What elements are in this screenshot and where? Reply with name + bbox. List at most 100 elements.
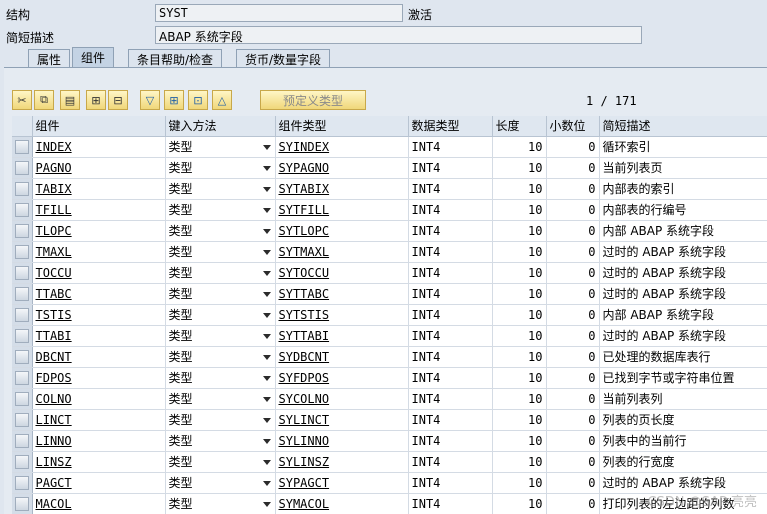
component-type-cell[interactable]: SYTOCCU — [279, 266, 330, 280]
length-cell[interactable]: 10 — [492, 304, 547, 326]
length-cell[interactable]: 10 — [492, 136, 547, 158]
cut-icon[interactable]: ✂ — [12, 90, 32, 110]
component-cell[interactable]: LINCT — [36, 413, 72, 427]
column-header-decimals[interactable]: 小数位 — [546, 116, 600, 137]
length-cell[interactable]: 10 — [492, 451, 547, 473]
table-row[interactable]: INDEX 类型 SYINDEX INT4 10 0 循环索引 — [12, 136, 767, 158]
decimals-cell[interactable]: 0 — [546, 283, 600, 305]
dropdown-arrow-icon[interactable] — [262, 396, 271, 402]
decimals-cell[interactable]: 0 — [546, 430, 600, 452]
component-type-cell[interactable]: SYLINCT — [279, 413, 330, 427]
data-type-cell[interactable]: INT4 — [408, 451, 493, 473]
length-cell[interactable]: 10 — [492, 409, 547, 431]
length-cell[interactable]: 10 — [492, 430, 547, 452]
length-cell[interactable]: 10 — [492, 262, 547, 284]
sort-down-icon[interactable]: ▽ — [140, 90, 160, 110]
row-selector[interactable] — [12, 178, 33, 200]
typing-method-dropdown[interactable]: 类型 — [165, 157, 276, 179]
length-cell[interactable]: 10 — [492, 493, 547, 514]
column-header-length[interactable]: 长度 — [492, 116, 547, 137]
length-cell[interactable]: 10 — [492, 367, 547, 389]
component-type-cell[interactable]: SYFDPOS — [279, 371, 330, 385]
typing-method-dropdown[interactable]: 类型 — [165, 241, 276, 263]
component-cell[interactable]: LINSZ — [36, 455, 72, 469]
component-cell[interactable]: TMAXL — [36, 245, 72, 259]
row-selector[interactable] — [12, 199, 33, 221]
data-type-cell[interactable]: INT4 — [408, 136, 493, 158]
data-type-cell[interactable]: INT4 — [408, 409, 493, 431]
data-type-cell[interactable]: INT4 — [408, 283, 493, 305]
description-cell[interactable]: 过时的 ABAP 系统字段 — [599, 283, 767, 305]
tab-entry-help[interactable]: 条目帮助/检查 — [128, 49, 223, 67]
data-type-cell[interactable]: INT4 — [408, 178, 493, 200]
component-type-cell[interactable]: SYTSTIS — [279, 308, 330, 322]
row-selector[interactable] — [12, 367, 33, 389]
row-selector[interactable] — [12, 157, 33, 179]
description-cell[interactable]: 内部 ABAP 系统字段 — [599, 220, 767, 242]
component-cell[interactable]: DBCNT — [36, 350, 72, 364]
dropdown-arrow-icon[interactable] — [262, 186, 271, 192]
description-field[interactable]: ABAP 系统字段 — [155, 26, 642, 44]
predefined-type-button[interactable]: 预定义类型 — [260, 90, 366, 110]
typing-method-dropdown[interactable]: 类型 — [165, 283, 276, 305]
component-cell[interactable]: COLNO — [36, 392, 72, 406]
data-type-cell[interactable]: INT4 — [408, 262, 493, 284]
row-selector[interactable] — [12, 430, 33, 452]
decimals-cell[interactable]: 0 — [546, 346, 600, 368]
table-row[interactable]: TMAXL 类型 SYTMAXL INT4 10 0 过时的 ABAP 系统字段 — [12, 241, 767, 263]
column-header-data-type[interactable]: 数据类型 — [408, 116, 493, 137]
delete-row-icon[interactable]: ⊟ — [108, 90, 128, 110]
description-cell[interactable]: 当前列表列 — [599, 388, 767, 410]
sort-up-icon[interactable]: △ — [212, 90, 232, 110]
typing-method-dropdown[interactable]: 类型 — [165, 472, 276, 494]
table-row[interactable]: PAGNO 类型 SYPAGNO INT4 10 0 当前列表页 — [12, 157, 767, 179]
typing-method-dropdown[interactable]: 类型 — [165, 493, 276, 514]
data-type-cell[interactable]: INT4 — [408, 472, 493, 494]
length-cell[interactable]: 10 — [492, 241, 547, 263]
description-cell[interactable]: 列表中的当前行 — [599, 430, 767, 452]
typing-method-dropdown[interactable]: 类型 — [165, 451, 276, 473]
dropdown-arrow-icon[interactable] — [262, 354, 271, 360]
data-type-cell[interactable]: INT4 — [408, 157, 493, 179]
dropdown-arrow-icon[interactable] — [262, 501, 271, 507]
component-type-cell[interactable]: SYDBCNT — [279, 350, 330, 364]
component-cell[interactable]: PAGNO — [36, 161, 72, 175]
typing-method-dropdown[interactable]: 类型 — [165, 367, 276, 389]
component-type-cell[interactable]: SYINDEX — [279, 140, 330, 154]
tab-components[interactable]: 组件 — [72, 47, 115, 67]
component-type-cell[interactable]: SYLINSZ — [279, 455, 330, 469]
dropdown-arrow-icon[interactable] — [262, 312, 271, 318]
row-selector[interactable] — [12, 136, 33, 158]
decimals-cell[interactable]: 0 — [546, 220, 600, 242]
typing-method-dropdown[interactable]: 类型 — [165, 304, 276, 326]
description-cell[interactable]: 列表的行宽度 — [599, 451, 767, 473]
data-type-cell[interactable]: INT4 — [408, 325, 493, 347]
decimals-cell[interactable]: 0 — [546, 409, 600, 431]
column-header-description[interactable]: 简短描述 — [599, 116, 767, 137]
component-cell[interactable]: TSTIS — [36, 308, 72, 322]
component-cell[interactable]: PAGCT — [36, 476, 72, 490]
description-cell[interactable]: 内部表的索引 — [599, 178, 767, 200]
component-cell[interactable]: TLOPC — [36, 224, 72, 238]
dropdown-arrow-icon[interactable] — [262, 459, 271, 465]
component-cell[interactable]: TTABC — [36, 287, 72, 301]
length-cell[interactable]: 10 — [492, 325, 547, 347]
copy-icon[interactable]: ⧉ — [34, 90, 54, 110]
length-cell[interactable]: 10 — [492, 472, 547, 494]
component-cell[interactable]: TOCCU — [36, 266, 72, 280]
table-row[interactable]: PAGCT 类型 SYPAGCT INT4 10 0 过时的 ABAP 系统字段 — [12, 472, 767, 494]
description-cell[interactable]: 过时的 ABAP 系统字段 — [599, 472, 767, 494]
table-row[interactable]: TOCCU 类型 SYTOCCU INT4 10 0 过时的 ABAP 系统字段 — [12, 262, 767, 284]
row-selector[interactable] — [12, 241, 33, 263]
row-selector[interactable] — [12, 388, 33, 410]
component-type-cell[interactable]: SYCOLNO — [279, 392, 330, 406]
component-cell[interactable]: MACOL — [36, 497, 72, 511]
description-cell[interactable]: 当前列表页 — [599, 157, 767, 179]
dropdown-arrow-icon[interactable] — [262, 291, 271, 297]
table-row[interactable]: LINCT 类型 SYLINCT INT4 10 0 列表的页长度 — [12, 409, 767, 431]
description-cell[interactable]: 列表的页长度 — [599, 409, 767, 431]
row-selector[interactable] — [12, 472, 33, 494]
table-row[interactable]: LINNO 类型 SYLINNO INT4 10 0 列表中的当前行 — [12, 430, 767, 452]
component-type-cell[interactable]: SYPAGCT — [279, 476, 330, 490]
component-cell[interactable]: TFILL — [36, 203, 72, 217]
